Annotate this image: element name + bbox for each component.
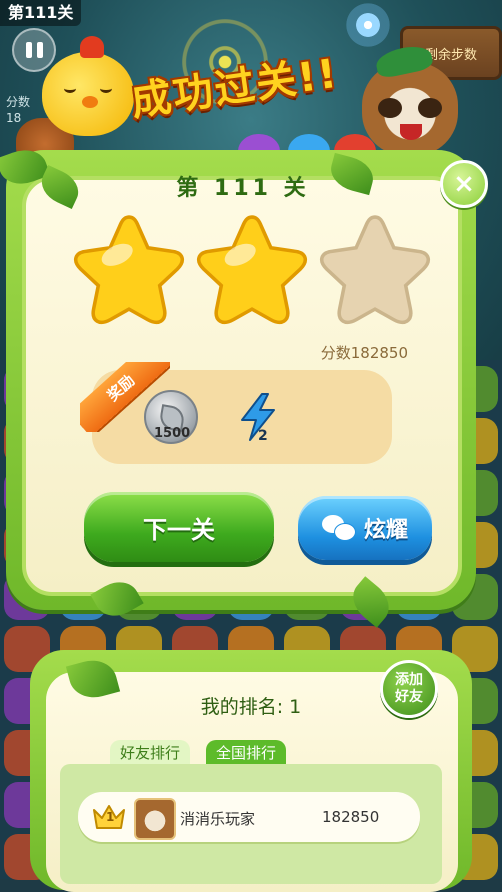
star-filled-icon	[73, 215, 185, 324]
coin-reward-count: 1500	[154, 426, 191, 441]
next-level-label: 下一关	[143, 515, 215, 544]
add-friend-label-line2: 好友	[395, 689, 423, 705]
star-filled-icon	[196, 215, 308, 324]
pause-button[interactable]	[12, 28, 56, 72]
close-icon: ×	[453, 169, 475, 199]
level-tag: 第111关	[0, 0, 82, 26]
rank-number: 1	[106, 810, 115, 824]
share-label: 炫耀	[363, 518, 408, 543]
share-button[interactable]: 炫耀	[298, 496, 432, 560]
star-rating	[70, 210, 440, 330]
player-score: 182850	[322, 808, 380, 826]
wechat-icon	[321, 515, 356, 541]
star-empty-icon	[319, 215, 431, 324]
close-button[interactable]: ×	[440, 160, 488, 208]
tab-national-ranking[interactable]: 全国排行	[206, 740, 287, 766]
tab-friends-ranking[interactable]: 好友排行	[110, 740, 191, 766]
avatar	[134, 798, 176, 840]
add-friend-button[interactable]: 添加 好友	[380, 660, 438, 718]
bolt-reward-count: 2	[258, 428, 268, 444]
level-title: 第 111 关	[176, 176, 310, 201]
hud-score-label: 分数	[6, 95, 31, 109]
player-name: 消消乐玩家	[180, 810, 256, 828]
add-friend-label-line1: 添加	[395, 672, 423, 688]
next-level-button[interactable]: 下一关	[84, 492, 274, 562]
steps-label: 剩余步数	[424, 47, 477, 63]
firework-blue	[338, 0, 398, 50]
final-score: 分数182850	[320, 344, 408, 362]
ranking-row: 1 消消乐玩家 182850	[78, 792, 420, 842]
chick-character	[42, 36, 134, 136]
raccoon-character	[362, 42, 458, 156]
